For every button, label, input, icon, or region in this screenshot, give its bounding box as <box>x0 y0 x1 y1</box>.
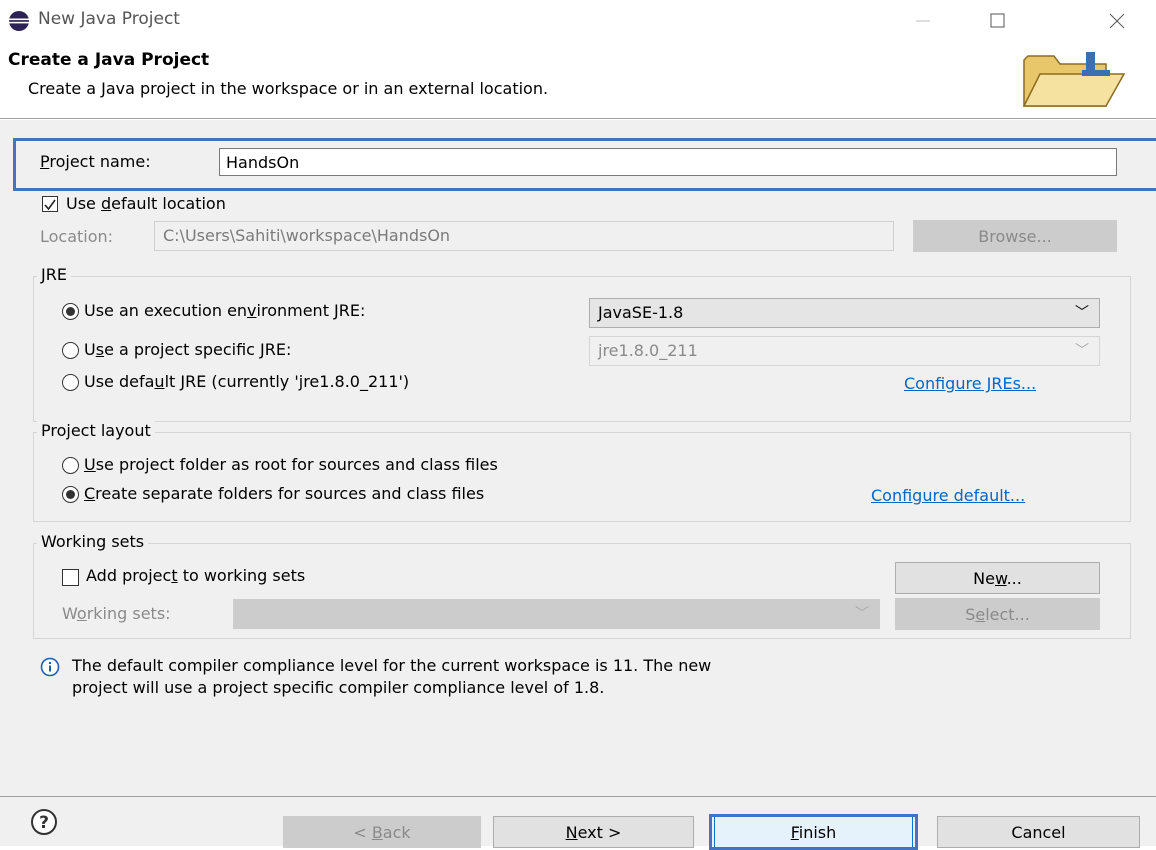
project-layout-group <box>33 432 1131 522</box>
maximize-button[interactable] <box>966 4 1026 38</box>
layout-separate-folders-label: Create separate folders for sources and … <box>84 484 485 503</box>
jre-execution-env-label: Use an execution environment JRE: <box>84 301 366 320</box>
check-icon <box>44 199 56 211</box>
cancel-button[interactable]: Cancel <box>937 816 1140 848</box>
configure-default-link[interactable]: Configure default... <box>871 486 1025 505</box>
layout-project-root-radio[interactable] <box>62 457 79 474</box>
minimize-button[interactable] <box>896 4 950 38</box>
location-label: Location: <box>40 227 114 246</box>
layout-project-root-label: Use project folder as root for sources a… <box>84 455 498 474</box>
next-button[interactable]: Next > <box>493 816 694 848</box>
svg-text:?: ? <box>39 813 49 833</box>
jre-project-specific-label: Use a project specific JRE: <box>84 340 292 359</box>
minimize-icon <box>916 20 930 22</box>
project-specific-jre-select[interactable]: jre1.8.0_211 ﹀ <box>589 336 1100 366</box>
select-working-sets-button[interactable]: Select... <box>895 598 1100 630</box>
browse-button[interactable]: Browse... <box>913 220 1117 252</box>
project-name-label: Project name: <box>40 152 151 171</box>
layout-separate-folders-radio[interactable] <box>62 486 79 503</box>
default-location-label: Use default location <box>66 194 226 213</box>
close-button[interactable] <box>1090 4 1144 38</box>
jre-default-radio[interactable] <box>62 374 79 391</box>
back-button[interactable]: < Back <box>283 816 481 848</box>
chevron-down-icon: ﹀ <box>855 606 869 622</box>
page-title: Create a Java Project <box>8 50 210 70</box>
configure-jres-link[interactable]: Configure JREs... <box>904 374 1036 393</box>
add-to-working-sets-label: Add project to working sets <box>86 566 306 585</box>
finish-highlight <box>709 814 918 850</box>
jre-group-title: JRE <box>37 265 71 284</box>
page-subtitle: Create a Java project in the workspace o… <box>28 79 549 98</box>
maximize-icon <box>990 13 1005 28</box>
jre-default-label: Use default JRE (currently 'jre1.8.0_211… <box>84 372 410 391</box>
help-icon[interactable]: ? <box>30 808 58 836</box>
default-location-checkbox[interactable] <box>42 196 58 212</box>
working-sets-label: Working sets: <box>62 604 171 623</box>
chevron-down-icon: ﹀ <box>1075 343 1089 359</box>
close-icon <box>1109 13 1125 29</box>
compliance-info-text: The default compiler compliance level fo… <box>72 656 712 697</box>
project-name-input[interactable] <box>219 148 1117 176</box>
working-sets-select[interactable]: ﹀ <box>233 599 880 629</box>
jre-execution-env-radio[interactable] <box>62 303 79 320</box>
add-to-working-sets-checkbox[interactable] <box>62 569 79 586</box>
project-layout-group-title: Project layout <box>37 421 155 440</box>
eclipse-icon <box>8 10 30 32</box>
working-sets-group-title: Working sets <box>37 532 149 551</box>
jre-project-specific-radio[interactable] <box>62 342 79 359</box>
window-title: New Java Project <box>38 9 180 29</box>
java-folder-icon <box>1020 46 1130 110</box>
location-input[interactable]: C:\Users\Sahiti\workspace\HandsOn <box>154 221 894 251</box>
info-icon <box>40 657 60 677</box>
chevron-down-icon: ﹀ <box>1075 305 1089 321</box>
new-working-set-button[interactable]: New... <box>895 562 1100 594</box>
execution-env-select[interactable]: JavaSE-1.8 ﹀ <box>589 298 1100 328</box>
